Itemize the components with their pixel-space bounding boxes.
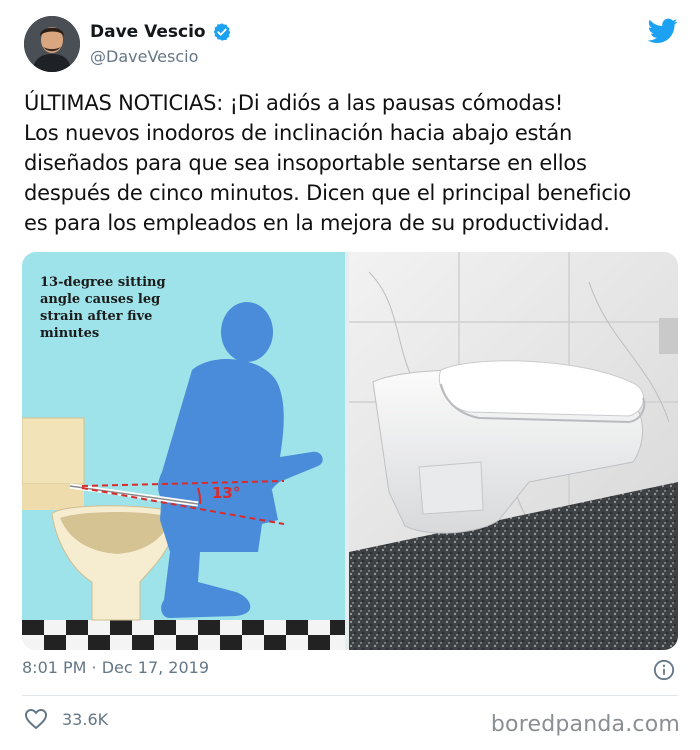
tweet-text: ÚLTIMAS NOTICIAS: ¡Di adiós a las pausas…: [24, 91, 631, 235]
author-handle[interactable]: @DaveVescio: [90, 47, 198, 66]
toilet-angle-illustration[interactable]: 13-degree sitting angle causes leg strai…: [22, 252, 345, 650]
like-row: 33.6K: [24, 708, 108, 730]
avatar[interactable]: [24, 16, 80, 72]
tweet-timestamp[interactable]: 8:01 PM · Dec 17, 2019: [22, 658, 209, 677]
tweet-media[interactable]: 13-degree sitting angle causes leg strai…: [22, 252, 678, 650]
author-name[interactable]: Dave Vescio: [90, 22, 206, 42]
like-count: 33.6K: [62, 709, 109, 729]
info-icon[interactable]: [653, 659, 675, 681]
toilet-photo[interactable]: [349, 252, 678, 650]
angle-label: 13°: [212, 484, 241, 502]
author-name-row: Dave Vescio: [90, 22, 232, 42]
verified-badge-icon: [213, 23, 230, 41]
heart-icon[interactable]: [24, 708, 48, 730]
illustration-caption: 13-degree sitting angle causes leg strai…: [40, 275, 166, 341]
divider: [22, 695, 678, 696]
watermark: boredpanda.com: [490, 712, 680, 737]
twitter-bird-icon[interactable]: [648, 18, 678, 44]
